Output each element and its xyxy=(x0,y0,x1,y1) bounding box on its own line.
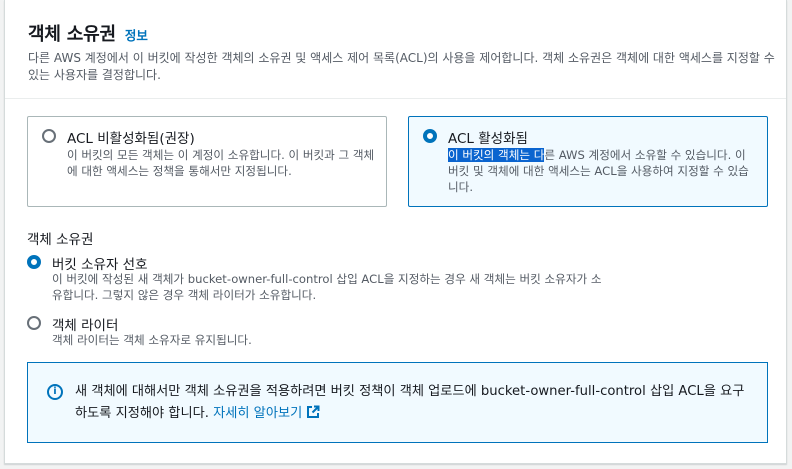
acl-disabled-description: 이 버킷의 모든 객체는 이 계정이 소유합니다. 이 버킷과 그 객체에 대한… xyxy=(67,148,375,178)
bucket-owner-preferred-label[interactable]: 버킷 소유자 선호 xyxy=(52,253,148,273)
acl-disabled-card[interactable]: ACL 비활성화됨(권장) 이 버킷의 모든 객체는 이 계정이 소유합니다. … xyxy=(27,116,387,207)
acl-enabled-description: 이 버킷의 객체는 다른 AWS 계정에서 소유할 수 있습니다. 이 버킷 및… xyxy=(448,147,758,195)
acl-enabled-radio[interactable] xyxy=(423,129,437,143)
info-alert: i 새 객체에 대해서만 객체 소유권을 적용하려면 버킷 정책이 객체 업로드… xyxy=(27,362,768,443)
object-writer-radio[interactable] xyxy=(27,316,41,330)
acl-enabled-card[interactable]: ACL 활성화됨 이 버킷의 객체는 다른 AWS 계정에서 소유할 수 있습니… xyxy=(408,116,768,207)
external-link-icon[interactable] xyxy=(306,405,320,419)
bucket-owner-preferred-radio[interactable] xyxy=(27,255,41,269)
object-writer-label[interactable]: 객체 라이터 xyxy=(52,314,118,334)
acl-disabled-radio[interactable] xyxy=(42,129,56,143)
object-ownership-panel: 객체 소유권 정보 다른 AWS 계정에서 이 버킷에 작성한 객체의 소유권 … xyxy=(4,0,787,464)
acl-enabled-label: ACL 활성화됨 xyxy=(448,131,528,147)
info-link[interactable]: 정보 xyxy=(125,25,148,44)
panel-header: 객체 소유권 정보 다른 AWS 계정에서 이 버킷에 작성한 객체의 소유권 … xyxy=(5,0,786,99)
info-icon: i xyxy=(47,384,63,400)
acl-disabled-label: ACL 비활성화됨(권장) xyxy=(67,131,195,147)
page-title: 객체 소유권 xyxy=(28,24,116,45)
alert-text: 새 객체에 대해서만 객체 소유권을 적용하려면 버킷 정책이 객체 업로드에 … xyxy=(75,381,755,425)
object-ownership-label: 객체 소유권 xyxy=(27,232,94,248)
alert-message: 새 객체에 대해서만 객체 소유권을 적용하려면 버킷 정책이 객체 업로드에 … xyxy=(75,384,745,421)
bucket-owner-preferred-description: 이 버킷에 작성된 새 객체가 bucket-owner-full-contro… xyxy=(52,272,602,302)
panel-description: 다른 AWS 계정에서 이 버킷에 작성한 객체의 소유권 및 액세스 제어 목… xyxy=(28,51,775,82)
learn-more-link[interactable]: 자세히 알아보기 xyxy=(213,406,302,421)
title-row: 객체 소유권 정보 xyxy=(28,20,148,46)
selected-text: 이 버킷의 객체는 다 xyxy=(448,148,545,162)
object-writer-description: 객체 라이터는 객체 소유자로 유지됩니다. xyxy=(52,333,252,347)
